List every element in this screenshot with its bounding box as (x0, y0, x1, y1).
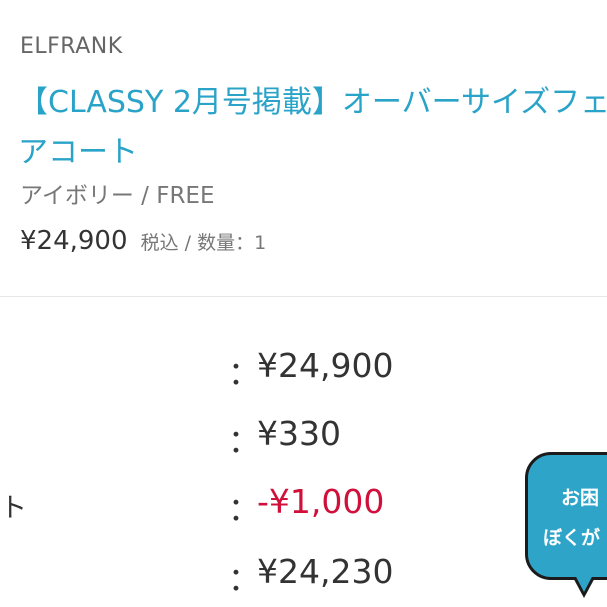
section-divider (0, 296, 607, 297)
price-tax-quantity-note: 税込 / 数量：1 (140, 232, 267, 254)
summary-row-shipping: ： ¥330 (0, 412, 607, 462)
summary-colon: ： (228, 560, 261, 598)
summary-row-subtotal: ： ¥24,900 (0, 344, 607, 394)
product-title-link[interactable]: 【CLASSY 2月号掲載】オーバーサイズフェアコート (18, 78, 607, 178)
subtotal-value: ¥24,900 (257, 346, 394, 385)
shipping-value: ¥330 (257, 414, 341, 453)
product-price-line: ¥24,900 税込 / 数量：1 (20, 226, 266, 256)
product-variant: アイボリー / FREE (20, 183, 215, 209)
help-chat-bubble-button[interactable]: お困 ぼくが (525, 452, 607, 580)
summary-colon: ： (228, 422, 261, 460)
order-summary-screen: ELFRANK 【CLASSY 2月号掲載】オーバーサイズフェアコート アイボリ… (0, 0, 607, 607)
help-bubble-tail-fill (573, 571, 595, 592)
discount-label: ト (0, 493, 27, 524)
help-bubble-text-line1: お困 (561, 487, 600, 509)
summary-row-discount: ト ： -¥1,000 (0, 480, 607, 530)
brand-name: ELFRANK (20, 34, 123, 59)
product-price: ¥24,900 (20, 226, 128, 256)
summary-row-total: ： ¥24,230 (0, 550, 607, 600)
summary-colon: ： (228, 490, 261, 528)
discount-value: -¥1,000 (257, 482, 385, 521)
total-value: ¥24,230 (257, 552, 394, 591)
help-bubble-text-line2: ぼくが (543, 527, 601, 549)
summary-colon: ： (228, 354, 261, 392)
